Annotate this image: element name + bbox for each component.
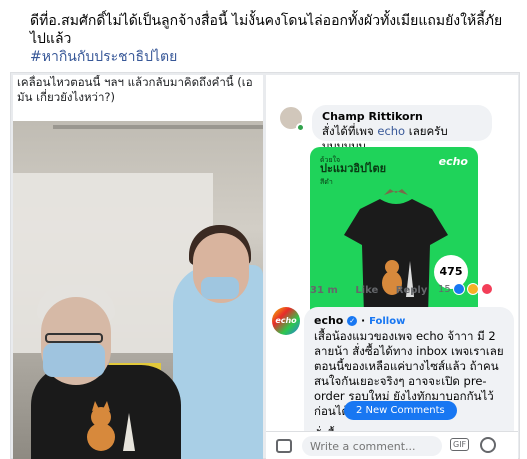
product-color: สีดำ xyxy=(320,178,333,186)
cat-print-icon xyxy=(87,401,135,451)
love-reaction-icon xyxy=(480,283,493,295)
comment-actions: 31 m Like Reply xyxy=(310,285,441,296)
camera-icon[interactable] xyxy=(276,439,292,453)
comments-screenshot: Champ Rittikorn สั่งได้ที่เพจ echo เลยคร… xyxy=(266,75,518,459)
post-text: ดีที่อ.สมศักดิ์ไม่ได้เป็นลูกจ้างสื่อนี้ … xyxy=(30,12,515,66)
comment-text: สั่งได้ที่เพจ xyxy=(322,124,378,138)
man-glasses xyxy=(45,333,103,343)
new-comments-button[interactable]: 2 New Comments xyxy=(344,401,457,420)
like-button[interactable]: Like xyxy=(355,285,378,296)
brand-logo: echo xyxy=(438,155,468,168)
comment-composer: GIF xyxy=(266,431,518,459)
online-status-icon xyxy=(296,123,305,132)
verified-badge-icon: ✓ xyxy=(347,316,358,326)
haha-reaction-icon xyxy=(466,283,479,295)
echo-avatar[interactable]: echo xyxy=(272,307,300,335)
top-strip xyxy=(266,75,518,83)
tshirt-icon xyxy=(344,189,448,315)
photo-caption: เคลื่อนไหวตอนนี้ ฯลฯ แล้วกลับมาคิดถึงคำน… xyxy=(13,75,263,121)
emoji-icon[interactable] xyxy=(480,437,496,453)
comment-bubble: Champ Rittikorn สั่งได้ที่เพจ echo เลยคร… xyxy=(312,105,492,153)
man-mask xyxy=(43,343,105,377)
nurse-mask xyxy=(201,277,239,299)
product-title: ปะแมวอิปไตย xyxy=(320,162,387,175)
comment-time: 31 m xyxy=(310,285,338,296)
comment-author[interactable]: echo xyxy=(314,314,343,327)
like-reaction-icon xyxy=(452,283,465,295)
comment-author-line: echo ✓ · Follow xyxy=(314,314,406,327)
reaction-summary[interactable]: 15 xyxy=(438,283,493,295)
vaccination-photo[interactable]: เคลื่อนไหวตอนนี้ ฯลฯ แล้วกลับมาคิดถึงคำน… xyxy=(13,75,263,459)
page-link-echo[interactable]: echo xyxy=(377,124,405,138)
post-hashtag-link[interactable]: #หากินกับประชาธิปไตย xyxy=(30,48,515,66)
reaction-count: 15 xyxy=(438,283,451,295)
follow-button[interactable]: Follow xyxy=(369,316,405,327)
gif-icon[interactable]: GIF xyxy=(450,438,470,451)
echo-avatar-text: echo xyxy=(275,316,297,325)
reply-button[interactable]: Reply xyxy=(396,285,428,296)
comment-author[interactable]: Champ Rittikorn xyxy=(322,109,482,124)
comment-input[interactable] xyxy=(302,436,442,456)
tent-frame xyxy=(53,125,263,165)
post-body: ดีที่อ.สมศักดิ์ไม่ได้เป็นลูกจ้างสื่อนี้ … xyxy=(30,13,503,47)
